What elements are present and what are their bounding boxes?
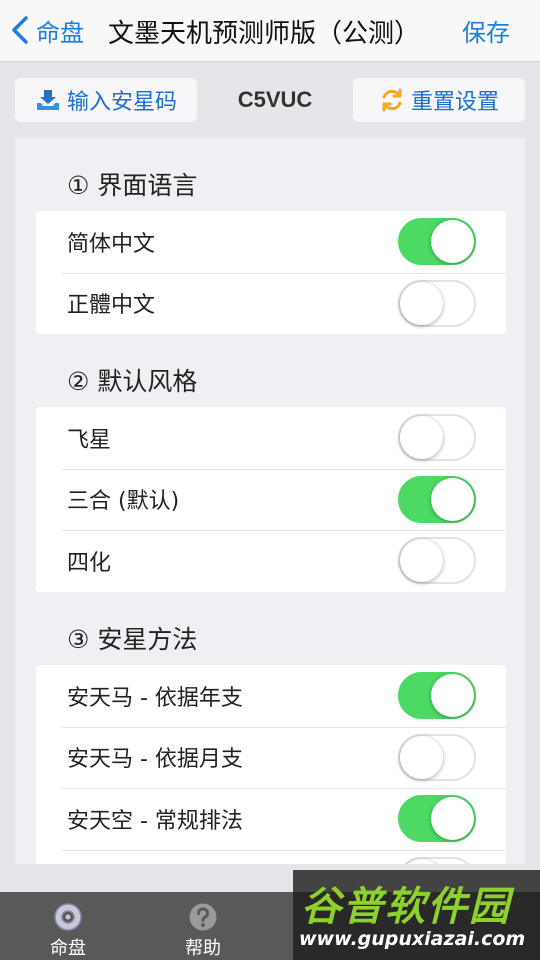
toggle-knob bbox=[400, 281, 443, 325]
toggle-switch[interactable] bbox=[398, 537, 476, 584]
list-item: 四化 bbox=[36, 530, 506, 592]
disc-icon bbox=[54, 903, 82, 931]
toggle-knob bbox=[400, 416, 443, 459]
toggle-knob bbox=[400, 539, 443, 582]
settings-panel[interactable]: ① 界面语言 简体中文 正體中文 ② 默认风格 飞星 三合 (默认) 四化 ③ … bbox=[15, 138, 525, 864]
list-item: 三合 (默认) bbox=[36, 468, 506, 531]
section-title-style: ② 默认风格 bbox=[67, 367, 198, 396]
tab-chart-label: 命盘 bbox=[50, 938, 86, 959]
save-button[interactable]: 保存 bbox=[462, 13, 510, 48]
tab-chart[interactable]: 命盘 bbox=[18, 892, 118, 960]
section-title-method: ③ 安星方法 bbox=[67, 625, 198, 654]
watermark-url: www.gupuxiazai.com bbox=[299, 928, 526, 950]
row-label: 飞星 bbox=[67, 427, 112, 453]
toggle-knob bbox=[431, 220, 474, 263]
toggle-knob bbox=[431, 477, 474, 521]
watermark: 谷普软件园 www.gupuxiazai.com bbox=[293, 870, 540, 960]
input-code-button[interactable]: 输入安星码 bbox=[15, 78, 197, 122]
toggle-switch[interactable] bbox=[398, 733, 476, 781]
toggle-switch[interactable] bbox=[398, 218, 476, 265]
row-label: 安天马 - 依据月支 bbox=[67, 747, 243, 773]
tab-help-label: 帮助 bbox=[185, 938, 221, 959]
row-label: 安天空 - 常规排法 bbox=[67, 808, 243, 834]
reset-settings-button[interactable]: 重置设置 bbox=[353, 78, 525, 122]
row-label: 四化 bbox=[67, 550, 112, 576]
input-code-label: 输入安星码 bbox=[66, 90, 177, 115]
list-item: 飞星 bbox=[36, 407, 506, 469]
row-label: 正體中文 bbox=[67, 293, 156, 319]
toggle-knob bbox=[431, 674, 474, 717]
group-language: 简体中文 正體中文 bbox=[36, 211, 506, 334]
watermark-logo: 谷普软件园 bbox=[301, 884, 511, 930]
toggle-knob bbox=[400, 735, 443, 779]
download-tray-icon bbox=[36, 90, 59, 110]
back-label: 命盘 bbox=[36, 18, 84, 47]
help-icon bbox=[189, 903, 217, 931]
group-method: 安天马 - 依据年支 安天马 - 依据月支 安天空 - 常规排法 bbox=[36, 665, 506, 864]
list-item: 安天空 - 常规排法 bbox=[36, 788, 506, 850]
settings-toolbar: 输入安星码 C5VUC 重置设置 bbox=[0, 62, 540, 138]
toggle-switch[interactable] bbox=[398, 279, 476, 327]
list-item: 正體中文 bbox=[36, 272, 506, 335]
toggle-switch[interactable] bbox=[398, 856, 476, 864]
navigation-bar: 命盘 文墨天机预测师版（公测） 保存 bbox=[0, 0, 540, 62]
toggle-knob bbox=[400, 858, 443, 864]
star-code: C5VUC bbox=[237, 87, 313, 112]
back-button[interactable]: 命盘 bbox=[10, 12, 84, 48]
page-title: 文墨天机预测师版（公测） bbox=[108, 19, 421, 49]
list-item: 安天马 - 依据年支 bbox=[36, 665, 506, 727]
row-label: 简体中文 bbox=[67, 231, 156, 257]
toggle-switch[interactable] bbox=[398, 475, 476, 523]
refresh-icon bbox=[382, 88, 402, 112]
chevron-left-icon bbox=[12, 16, 28, 44]
row-label: 安天马 - 依据年支 bbox=[67, 685, 243, 711]
group-style: 飞星 三合 (默认) 四化 bbox=[36, 407, 506, 592]
reset-settings-label: 重置设置 bbox=[410, 90, 499, 115]
row-label: 三合 (默认) bbox=[67, 489, 180, 515]
toggle-switch[interactable] bbox=[398, 795, 476, 842]
tab-help[interactable]: 帮助 bbox=[153, 892, 253, 960]
list-item-partial bbox=[36, 849, 506, 864]
toggle-switch[interactable] bbox=[398, 414, 476, 461]
toggle-knob bbox=[431, 797, 474, 840]
list-item: 简体中文 bbox=[36, 211, 506, 273]
toggle-switch[interactable] bbox=[398, 672, 476, 719]
section-title-language: ① 界面语言 bbox=[67, 171, 198, 200]
list-item: 安天马 - 依据月支 bbox=[36, 726, 506, 789]
